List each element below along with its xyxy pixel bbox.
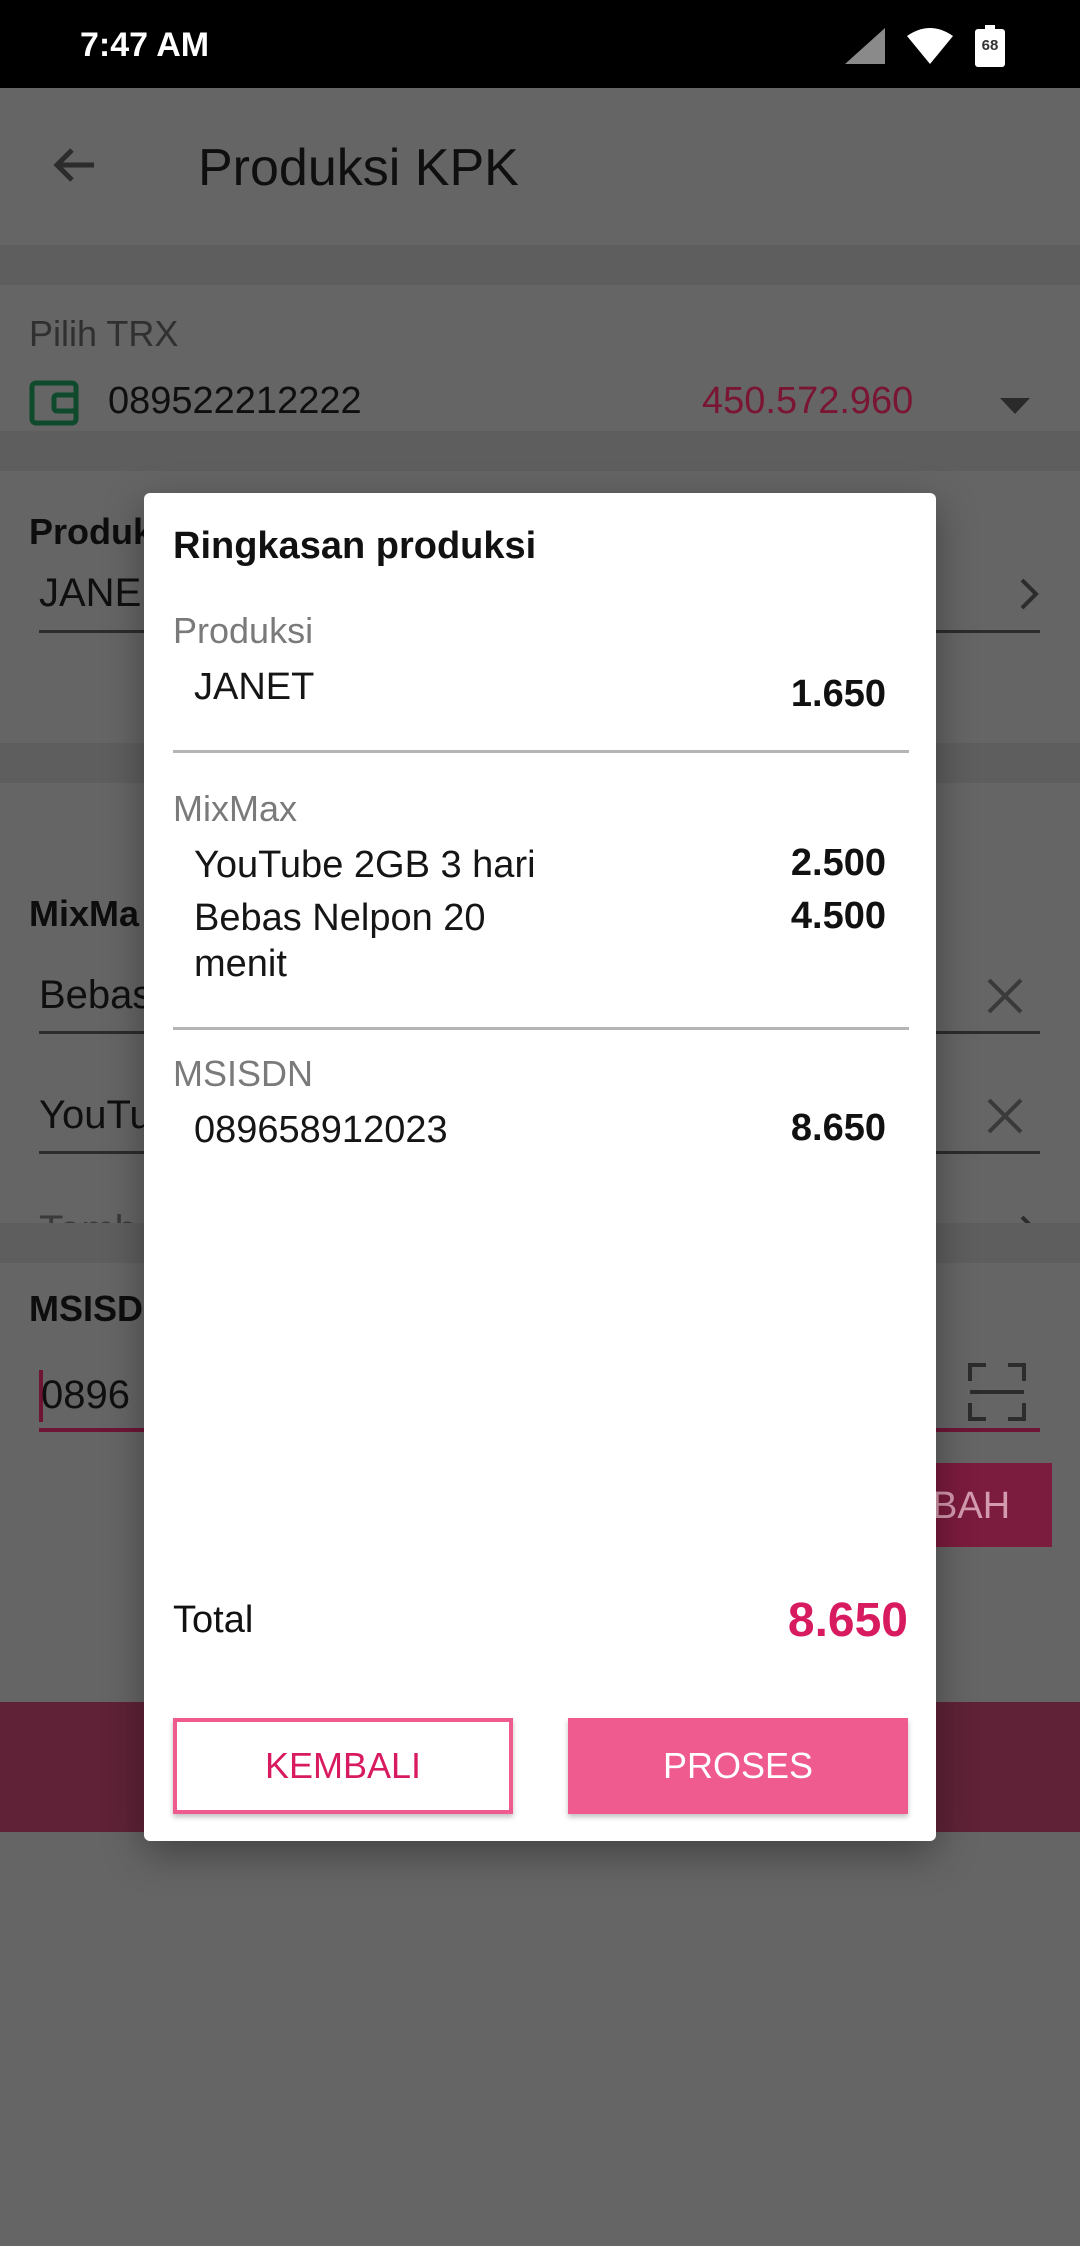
battery-level: 68 bbox=[981, 37, 999, 54]
divider bbox=[173, 750, 909, 753]
mixmax-item-name: YouTube 2GB 3 hari bbox=[194, 844, 536, 886]
status-time: 7:47 AM bbox=[80, 26, 210, 64]
section-gap bbox=[0, 245, 1080, 285]
add-msisdn-label: BAH bbox=[932, 1485, 1011, 1527]
trx-balance: 450.572.960 bbox=[702, 380, 914, 422]
mixmax-section-label: MixMax bbox=[173, 788, 297, 829]
msisdn-input[interactable]: 0896 bbox=[41, 1373, 130, 1418]
produksi-item-name: JANET bbox=[194, 666, 315, 708]
remove-icon[interactable] bbox=[985, 976, 1025, 1016]
produksi-value[interactable]: JANE bbox=[39, 571, 141, 616]
battery-icon: 68 bbox=[975, 25, 1005, 67]
section-gap bbox=[0, 431, 1080, 471]
page-title: Produksi KPK bbox=[198, 139, 519, 197]
trx-label: Pilih TRX bbox=[29, 313, 179, 354]
wifi-icon bbox=[907, 28, 953, 64]
divider bbox=[173, 1027, 909, 1030]
msisdn-section-label: MSISDN bbox=[173, 1053, 314, 1094]
back-button[interactable]: KEMBALI bbox=[173, 1718, 513, 1814]
msisdn-label: MSISD bbox=[29, 1288, 144, 1329]
dropdown-icon[interactable] bbox=[1000, 398, 1030, 416]
dialog-title: Ringkasan produksi bbox=[173, 525, 537, 567]
total-label: Total bbox=[173, 1599, 254, 1641]
back-arrow-icon[interactable] bbox=[50, 140, 100, 190]
total-value: 8.650 bbox=[787, 1594, 908, 1647]
mixmax-item: YouTu bbox=[39, 1093, 152, 1137]
cell-signal-icon bbox=[845, 28, 885, 64]
mixmax-item-price: 4.500 bbox=[790, 895, 886, 937]
produksi-section-label: Produksi bbox=[173, 610, 314, 651]
produksi-label: Produk bbox=[29, 511, 154, 552]
mixmax-label: MixMa bbox=[29, 893, 140, 934]
status-icons: 68 bbox=[845, 25, 1005, 67]
msisdn-item-name: 089658912023 bbox=[194, 1109, 448, 1151]
msisdn-item-price: 8.650 bbox=[790, 1107, 886, 1149]
mixmax-item-name: Bebas Nelpon 20 menit bbox=[194, 897, 486, 985]
mixmax-item: Bebas bbox=[39, 973, 153, 1017]
scan-icon[interactable] bbox=[968, 1363, 1026, 1421]
screen: 7:47 AM 68 Produksi KPK Pilih TRX 089522… bbox=[0, 0, 1080, 2246]
status-bar: 7:47 AM 68 bbox=[0, 0, 1080, 88]
chevron-right-icon[interactable] bbox=[1014, 574, 1044, 614]
mixmax-item-price: 2.500 bbox=[790, 842, 886, 884]
trx-section: Pilih TRX 089522212222 450.572.960 bbox=[0, 285, 1080, 431]
process-button[interactable]: PROSES bbox=[568, 1718, 908, 1814]
remove-icon[interactable] bbox=[985, 1096, 1025, 1136]
trx-number: 089522212222 bbox=[108, 380, 362, 422]
wallet-icon bbox=[29, 380, 79, 426]
produksi-item-price: 1.650 bbox=[790, 673, 886, 715]
app-bar: Produksi KPK bbox=[0, 88, 1080, 245]
summary-dialog: Ringkasan produksi Produksi JANET 1.650 … bbox=[144, 493, 936, 1841]
